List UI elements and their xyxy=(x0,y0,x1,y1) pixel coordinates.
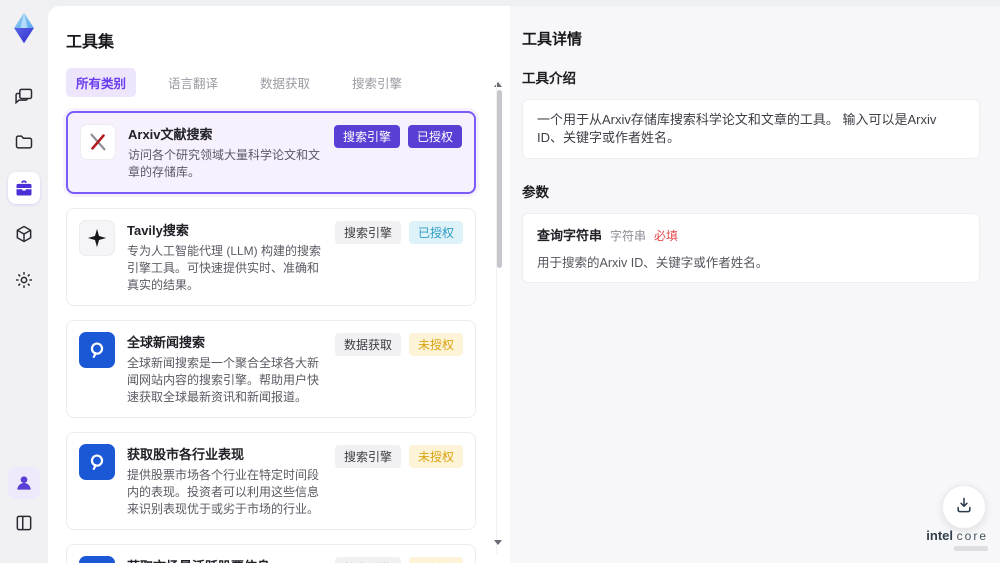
tool-card-arxiv[interactable]: Arxiv文献搜索 访问各个研究领域大量科学论文和文章的存储库。 搜索引擎 已授… xyxy=(66,111,476,194)
sidebar-item-models[interactable] xyxy=(8,218,40,250)
auth-status-badge: 已授权 xyxy=(407,125,462,148)
tool-name: Tavily搜索 xyxy=(127,223,189,238)
tool-name: Arxiv文献搜索 xyxy=(128,127,213,142)
blue-search-q-icon xyxy=(79,444,115,480)
scrollbar-down-arrow[interactable] xyxy=(494,540,502,545)
details-title: 工具详情 xyxy=(522,31,583,48)
auth-status-badge: 已授权 xyxy=(408,221,463,244)
tool-card-global-news[interactable]: 全球新闻搜索 全球新闻搜索是一个聚合全球各大新闻网站内容的搜索引擎。帮助用户快速… xyxy=(66,320,476,418)
auth-status-badge: 未授权 xyxy=(408,557,463,563)
tool-name: 获取股市各行业表现 xyxy=(127,447,245,462)
tool-list-panel: 工具集 所有类别 语言翻译 数据获取 搜索引擎 Arxiv文献搜索 访问各个研究… xyxy=(48,6,510,563)
sidebar-item-panel-toggle[interactable] xyxy=(8,507,40,539)
param-name: 查询字符串 xyxy=(537,228,603,243)
tool-list: Arxiv文献搜索 访问各个研究领域大量科学论文和文章的存储库。 搜索引擎 已授… xyxy=(66,111,476,563)
tool-name: 获取市场最活跃股票信息 xyxy=(127,556,323,563)
tool-details-panel: 工具详情 工具介绍 一个用于从Arxiv存储库搜索科学论文和文章的工具。 输入可… xyxy=(510,6,1000,563)
intro-text: 一个用于从Arxiv存储库搜索科学论文和文章的工具。 输入可以是Arxiv ID… xyxy=(537,112,937,145)
arxiv-logo-icon xyxy=(80,124,116,160)
category-tag: 数据获取 xyxy=(334,333,401,356)
tab-data-fetch[interactable]: 数据获取 xyxy=(250,68,320,97)
intro-heading: 工具介绍 xyxy=(522,71,576,86)
page-title: 工具集 xyxy=(66,34,115,51)
auth-status-badge: 未授权 xyxy=(408,333,463,356)
tool-card-tavily[interactable]: Tavily搜索 专为人工智能代理 (LLM) 构建的搜索引擎工具。可快速提供实… xyxy=(66,208,476,306)
tab-all-categories[interactable]: 所有类别 xyxy=(66,68,137,97)
auth-status-badge: 未授权 xyxy=(408,445,463,468)
intel-core-logo: intel core xyxy=(926,528,988,551)
tool-description: 提供股票市场各个行业在特定时间段内的表现。投资者可以利用这些信息来识别表现优于或… xyxy=(127,468,320,516)
param-type: 字符串 xyxy=(610,229,647,243)
category-tag: 搜索引擎 xyxy=(334,445,401,468)
download-icon xyxy=(954,495,974,520)
scrollbar-thumb[interactable] xyxy=(497,90,502,268)
app-logo-icon xyxy=(14,12,34,44)
blue-search-q-icon xyxy=(79,556,115,563)
tool-description: 全球新闻搜索是一个聚合全球各大新闻网站内容的搜索引擎。帮助用户快速获取全球最新资… xyxy=(127,356,320,404)
intel-logo-subbar xyxy=(954,546,988,551)
core-wordmark: core xyxy=(956,529,988,543)
param-item: 查询字符串 字符串 必填 用于搜索的Arxiv ID、关键字或作者姓名。 xyxy=(522,213,980,283)
gear-icon xyxy=(14,270,34,290)
tool-card-most-active-stocks[interactable]: 获取市场最活跃股票信息 提供当天交易量最高的股票列表，投资者可以利用这些信息来识… xyxy=(66,544,476,563)
tab-translation[interactable]: 语言翻译 xyxy=(158,68,228,97)
layout-panel-icon xyxy=(14,513,34,533)
sidebar-item-tools[interactable] xyxy=(8,172,40,204)
sidebar-item-user[interactable] xyxy=(8,467,40,499)
sidebar xyxy=(0,0,48,563)
download-button[interactable] xyxy=(942,485,986,529)
sparkle-star-icon xyxy=(79,220,115,256)
tool-card-sector-performance[interactable]: 获取股市各行业表现 提供股票市场各个行业在特定时间段内的表现。投资者可以利用这些… xyxy=(66,432,476,530)
cube-icon xyxy=(14,224,34,244)
category-tabs: 所有类别 语言翻译 数据获取 搜索引擎 xyxy=(66,68,484,97)
tool-name: 全球新闻搜索 xyxy=(127,335,206,350)
category-tag: 搜索引擎 xyxy=(334,221,401,244)
tool-description: 访问各个研究领域大量科学论文和文章的存储库。 xyxy=(128,148,321,179)
blue-search-q-icon xyxy=(79,332,115,368)
category-tag: 搜索引擎 xyxy=(333,125,400,148)
param-description: 用于搜索的Arxiv ID、关键字或作者姓名。 xyxy=(537,256,769,270)
category-tag: 搜索引擎 xyxy=(334,557,401,563)
param-required-badge: 必填 xyxy=(654,229,679,243)
user-icon xyxy=(14,473,34,493)
params-heading: 参数 xyxy=(522,185,549,200)
tab-search-engine[interactable]: 搜索引擎 xyxy=(342,68,412,97)
sidebar-item-chat[interactable] xyxy=(8,80,40,112)
folder-icon xyxy=(14,132,34,152)
sidebar-item-files[interactable] xyxy=(8,126,40,158)
sidebar-item-settings[interactable] xyxy=(8,264,40,296)
intel-wordmark: intel xyxy=(926,528,954,543)
toolbox-icon xyxy=(14,178,34,198)
chat-icon xyxy=(14,86,34,106)
tool-description: 专为人工智能代理 (LLM) 构建的搜索引擎工具。可快速提供实时、准确和真实的结… xyxy=(127,244,322,292)
